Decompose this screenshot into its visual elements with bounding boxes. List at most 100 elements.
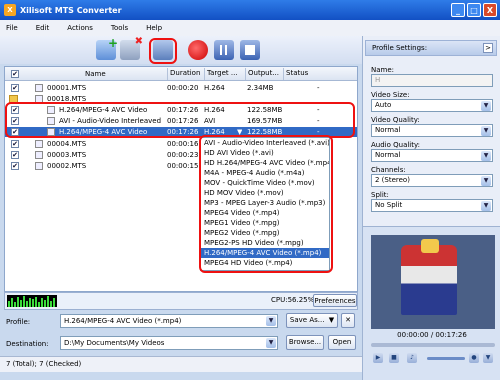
save-as-label: Save As... <box>289 316 325 324</box>
chevron-down-icon[interactable]: ▼ <box>481 101 491 111</box>
video-size-label: Video Size: <box>371 91 410 99</box>
menu-help[interactable]: Help <box>146 24 162 32</box>
video-quality-select[interactable]: Normal ▼ <box>371 124 493 137</box>
open-button[interactable]: Open <box>328 335 356 350</box>
audio-quality-label: Audio Quality: <box>371 141 420 149</box>
remove-file-button[interactable] <box>120 36 143 60</box>
column-duration[interactable]: Duration <box>167 68 200 80</box>
file-target: H.264 <box>204 84 225 92</box>
column-name[interactable]: Name <box>85 70 106 78</box>
chevron-down-icon: ▼ <box>328 316 335 324</box>
row-checkbox[interactable]: ✔ <box>11 151 19 159</box>
video-size-select[interactable]: Auto ▼ <box>371 99 493 112</box>
file-icon <box>35 140 43 148</box>
destination-label: Destination: <box>6 340 49 348</box>
profile-select[interactable]: H.264/MPEG-4 AVC Video (*.mp4) ▼ <box>60 314 278 328</box>
row-checkbox[interactable]: ✔ <box>11 84 19 92</box>
play-icon[interactable]: ▶ <box>373 353 383 363</box>
status-bar: 7 (Total); 7 (Checked) <box>0 356 362 372</box>
playback-time: 00:00:00 / 00:17:26 <box>397 331 467 339</box>
profile-rows-highlight <box>5 102 355 138</box>
menu-bar: File Edit Actions Tools Help <box>0 20 500 36</box>
profile-value: H.264/MPEG-4 AVC Video (*.mp4) <box>64 317 182 325</box>
row-checkbox[interactable]: ✔ <box>11 140 19 148</box>
chevron-down-icon[interactable]: ▼ <box>481 151 491 161</box>
close-button[interactable]: X <box>483 3 497 17</box>
status-text: 7 (Total); 7 (Checked) <box>6 360 82 368</box>
file-icon <box>35 151 43 159</box>
file-name: 00002.MTS <box>47 162 87 170</box>
name-label: Name: <box>371 66 395 74</box>
chevron-down-icon[interactable]: ▼ <box>266 338 276 348</box>
convert-button[interactable] <box>188 40 208 60</box>
toolbar <box>0 36 362 64</box>
name-input[interactable]: H <box>371 74 493 87</box>
profile-label: Profile: <box>6 318 31 326</box>
app-icon: X <box>4 4 16 16</box>
minimize-button[interactable]: _ <box>451 3 465 17</box>
browse-button[interactable]: Browse... <box>286 335 324 350</box>
snapshot-icon[interactable]: ● <box>469 353 479 363</box>
column-status[interactable]: Status <box>283 68 308 80</box>
chevron-down-icon[interactable]: ▼ <box>481 201 491 211</box>
channels-value: 2 (Stereo) <box>375 176 410 184</box>
cpu-bar: CPU:56.25% Preferences <box>4 292 358 310</box>
cpu-graph <box>7 295 57 307</box>
add-file-button[interactable] <box>96 36 118 60</box>
audio-quality-select[interactable]: Normal ▼ <box>371 149 493 162</box>
stop-icon[interactable]: ■ <box>389 353 399 363</box>
split-select[interactable]: No Split ▼ <box>371 199 493 212</box>
pause-button[interactable] <box>214 40 234 60</box>
file-duration: 00:00:16 <box>167 140 199 148</box>
column-output[interactable]: Output... <box>245 68 279 80</box>
file-icon <box>35 84 43 92</box>
column-target[interactable]: Target ... <box>204 68 238 80</box>
video-preview <box>371 235 495 329</box>
select-all-checkbox[interactable]: ✔ <box>11 70 19 78</box>
maximize-button[interactable]: □ <box>467 3 481 17</box>
volume-icon[interactable]: ♪ <box>407 353 417 363</box>
menu-actions[interactable]: Actions <box>67 24 93 32</box>
window-title: Xilisoft MTS Converter <box>20 5 122 15</box>
stop-button[interactable] <box>240 40 260 60</box>
split-value: No Split <box>375 201 403 209</box>
file-duration: 00:00:23 <box>167 151 199 159</box>
preferences-button[interactable]: Preferences <box>313 294 357 307</box>
preview-frame-head <box>421 239 439 253</box>
collapse-icon[interactable]: > <box>483 43 493 53</box>
more-options-icon[interactable]: ▼ <box>483 353 493 363</box>
destination-input[interactable]: D:\My Documents\My Videos ▼ <box>60 336 278 350</box>
add-profile-highlight <box>149 38 177 64</box>
file-list-header: ✔ Name Duration Target ... Output... Sta… <box>5 67 357 81</box>
channels-select[interactable]: 2 (Stereo) ▼ <box>371 174 493 187</box>
file-status: - <box>317 84 320 92</box>
profile-settings-title: Profile Settings: <box>372 44 428 52</box>
title-bar: X Xilisoft MTS Converter _ □ X <box>0 0 500 20</box>
preview-frame-figure <box>401 245 457 315</box>
cpu-usage: CPU:56.25% <box>271 296 315 304</box>
profile-settings-panel: Profile Settings: > Name: H Video Size: … <box>362 36 500 232</box>
file-icon <box>35 162 43 170</box>
video-quality-label: Video Quality: <box>371 116 420 124</box>
chevron-down-icon[interactable]: ▼ <box>481 126 491 136</box>
volume-slider[interactable] <box>427 357 465 360</box>
seek-bar[interactable] <box>371 343 495 347</box>
file-name: 00004.MTS <box>47 140 87 148</box>
video-quality-value: Normal <box>375 126 401 134</box>
file-output: 2.34MB <box>247 84 274 92</box>
menu-edit[interactable]: Edit <box>36 24 50 32</box>
video-size-value: Auto <box>375 101 392 109</box>
profile-settings-header: Profile Settings: > <box>365 40 497 56</box>
channels-label: Channels: <box>371 166 406 174</box>
delete-profile-button[interactable]: ✕ <box>341 313 355 328</box>
chevron-down-icon[interactable]: ▼ <box>481 176 491 186</box>
window-controls: _ □ X <box>451 3 497 17</box>
file-row[interactable]: ✔ 00001.MTS 00:00:20 H.264 2.34MB - <box>5 83 357 93</box>
menu-tools[interactable]: Tools <box>111 24 128 32</box>
row-checkbox[interactable]: ✔ <box>11 162 19 170</box>
split-label: Split: <box>371 191 389 199</box>
file-name: 00003.MTS <box>47 151 87 159</box>
save-as-button[interactable]: Save As... ▼ <box>286 313 338 328</box>
chevron-down-icon[interactable]: ▼ <box>266 316 276 326</box>
menu-file[interactable]: File <box>6 24 18 32</box>
